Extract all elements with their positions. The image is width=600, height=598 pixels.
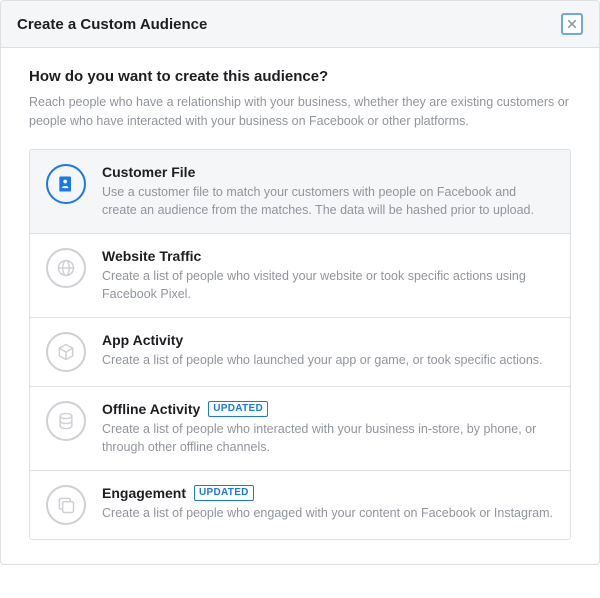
modal-body: How do you want to create this audience?… xyxy=(1,48,599,564)
modal-header: Create a Custom Audience xyxy=(1,1,599,48)
option-title: Customer File xyxy=(102,164,195,180)
option-text: App Activity Create a list of people who… xyxy=(102,332,554,372)
option-text: Engagement UPDATED Create a list of peop… xyxy=(102,485,554,525)
question-subtext: Reach people who have a relationship wit… xyxy=(29,93,571,131)
option-app-activity[interactable]: App Activity Create a list of people who… xyxy=(30,318,570,387)
close-icon xyxy=(566,18,578,30)
option-website-traffic[interactable]: Website Traffic Create a list of people … xyxy=(30,234,570,318)
option-title: Offline Activity xyxy=(102,401,200,417)
option-title: App Activity xyxy=(102,332,183,348)
option-text: Offline Activity UPDATED Create a list o… xyxy=(102,401,554,456)
updated-badge: UPDATED xyxy=(194,485,254,501)
option-title: Website Traffic xyxy=(102,248,201,264)
option-text: Customer File Use a customer file to mat… xyxy=(102,164,554,219)
option-offline-activity[interactable]: Offline Activity UPDATED Create a list o… xyxy=(30,387,570,471)
option-desc: Create a list of people who launched you… xyxy=(102,351,554,369)
modal-title: Create a Custom Audience xyxy=(17,16,207,33)
question-heading: How do you want to create this audience? xyxy=(29,68,571,85)
option-desc: Use a customer file to match your custom… xyxy=(102,183,554,219)
options-list: Customer File Use a customer file to mat… xyxy=(29,149,571,541)
package-icon xyxy=(46,332,86,372)
customer-file-icon xyxy=(46,164,86,204)
option-desc: Create a list of people who engaged with… xyxy=(102,504,554,522)
option-engagement[interactable]: Engagement UPDATED Create a list of peop… xyxy=(30,471,570,539)
option-desc: Create a list of people who visited your… xyxy=(102,267,554,303)
option-customer-file[interactable]: Customer File Use a customer file to mat… xyxy=(30,150,570,234)
updated-badge: UPDATED xyxy=(208,401,268,417)
engagement-icon xyxy=(46,485,86,525)
database-icon xyxy=(46,401,86,441)
option-desc: Create a list of people who interacted w… xyxy=(102,420,554,456)
option-title: Engagement xyxy=(102,485,186,501)
option-text: Website Traffic Create a list of people … xyxy=(102,248,554,303)
close-button[interactable] xyxy=(561,13,583,35)
globe-icon xyxy=(46,248,86,288)
custom-audience-modal: Create a Custom Audience How do you want… xyxy=(0,0,600,565)
